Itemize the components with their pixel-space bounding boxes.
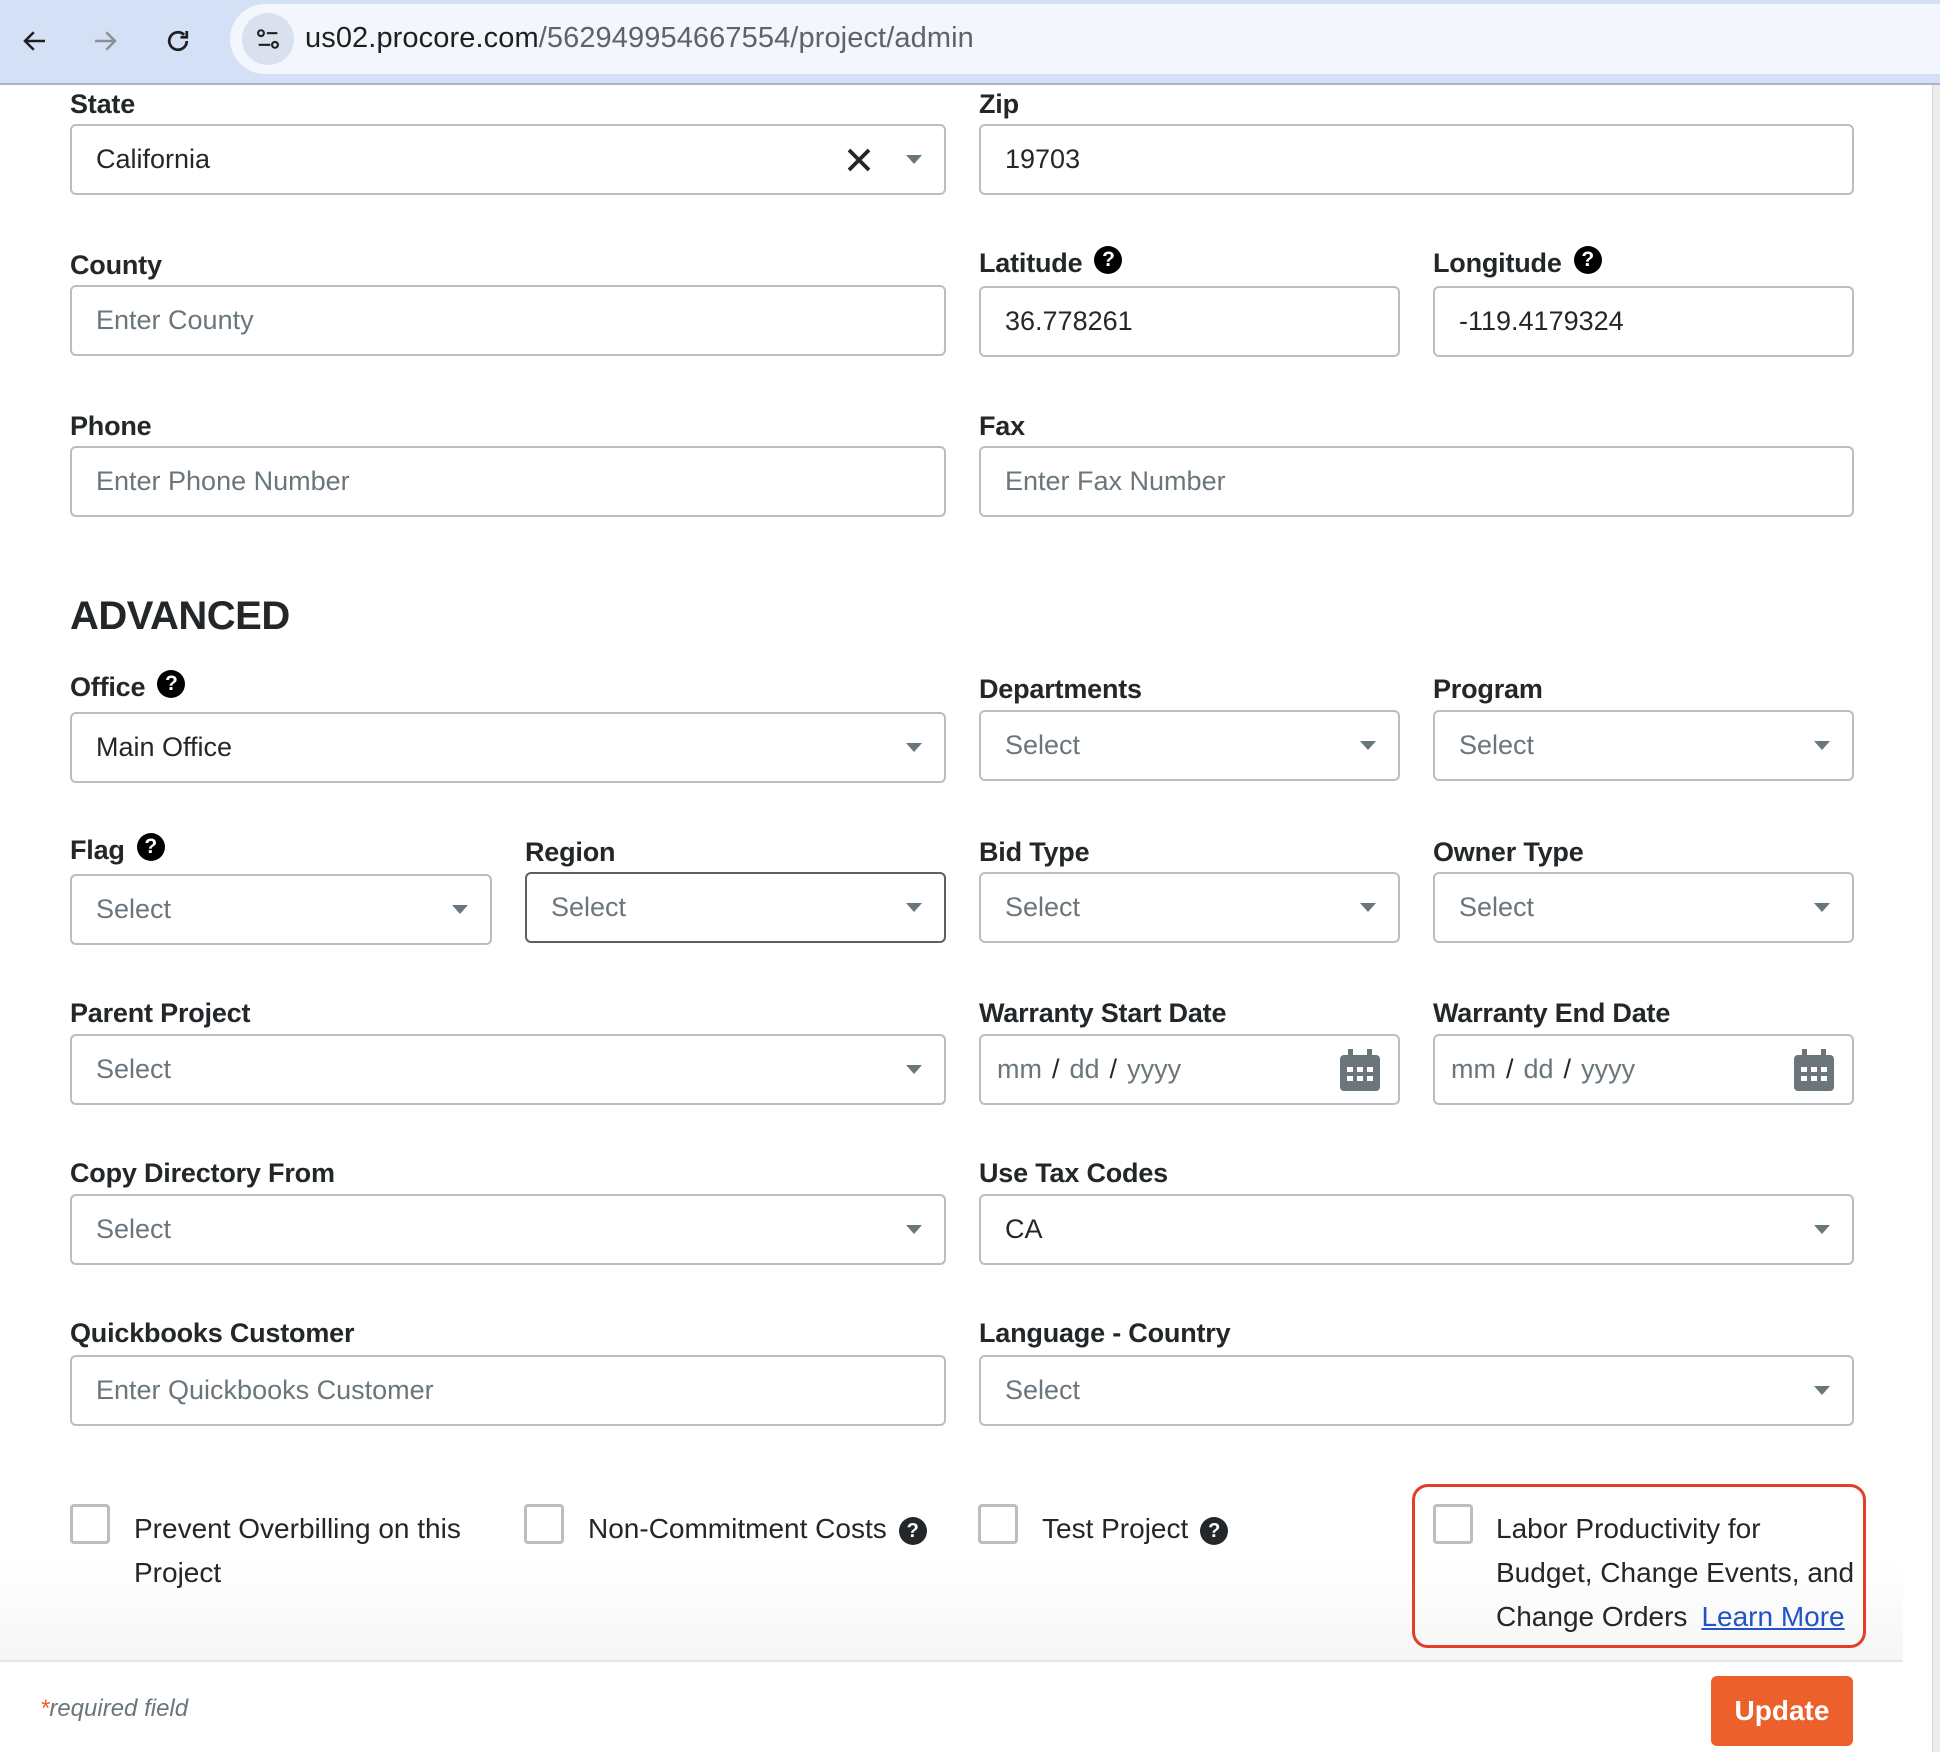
- owner-type-select[interactable]: Select: [1433, 872, 1854, 943]
- county-input[interactable]: Enter County: [70, 285, 946, 356]
- region-label: Region: [525, 837, 616, 867]
- chevron-down-icon: [906, 742, 922, 752]
- quickbooks-customer-input[interactable]: Enter Quickbooks Customer: [70, 1355, 946, 1426]
- required-field-note: *required field: [40, 1695, 189, 1722]
- use-tax-codes-select[interactable]: CA: [979, 1194, 1854, 1265]
- non-commitment-costs-label[interactable]: Non-Commitment Costs?: [588, 1507, 927, 1551]
- phone-input[interactable]: Enter Phone Number: [70, 446, 946, 517]
- copy-directory-select[interactable]: Select: [70, 1194, 946, 1265]
- prevent-overbilling-label[interactable]: Prevent Overbilling on this Project: [134, 1507, 461, 1595]
- help-icon[interactable]: ?: [1573, 245, 1602, 274]
- help-icon[interactable]: ?: [1200, 1516, 1229, 1545]
- language-country-select[interactable]: Select: [979, 1355, 1854, 1426]
- help-icon[interactable]: ?: [898, 1516, 927, 1545]
- help-icon[interactable]: ?: [157, 669, 186, 698]
- language-country-label: Language - Country: [979, 1318, 1231, 1348]
- update-button[interactable]: Update: [1711, 1676, 1853, 1746]
- copy-directory-label: Copy Directory From: [70, 1158, 335, 1188]
- parent-project-label: Parent Project: [70, 998, 251, 1028]
- region-select[interactable]: Select: [525, 872, 946, 943]
- chevron-down-icon: [1360, 740, 1376, 750]
- test-project-label[interactable]: Test Project?: [1042, 1507, 1229, 1551]
- warranty-end-label: Warranty End Date: [1433, 998, 1671, 1028]
- flag-select[interactable]: Select: [70, 874, 492, 945]
- chevron-down-icon: [906, 154, 922, 164]
- state-label: State: [70, 89, 136, 119]
- calendar-icon[interactable]: [1340, 1048, 1380, 1091]
- latitude-input[interactable]: 36.778261: [979, 286, 1400, 357]
- warranty-end-date-input[interactable]: mm / dd / yyyy: [1433, 1034, 1854, 1105]
- bid-type-label: Bid Type: [979, 837, 1090, 867]
- quickbooks-customer-label: Quickbooks Customer: [70, 1318, 355, 1348]
- address-bar[interactable]: us02.procore.com/562949954667554/project…: [230, 4, 1940, 74]
- chevron-down-icon: [1360, 902, 1376, 912]
- fax-input[interactable]: Enter Fax Number: [979, 446, 1854, 517]
- latitude-label: Latitude?: [979, 245, 1123, 279]
- office-label: Office?: [70, 669, 186, 703]
- arrow-right-icon: [95, 31, 117, 51]
- chevron-down-icon: [906, 1064, 922, 1074]
- help-icon[interactable]: ?: [1094, 245, 1123, 274]
- scrollbar[interactable]: [1932, 85, 1940, 1752]
- test-project-checkbox[interactable]: [978, 1504, 1018, 1544]
- zip-label: Zip: [979, 89, 1019, 119]
- reload-icon: [167, 30, 189, 52]
- parent-project-select[interactable]: Select: [70, 1034, 946, 1105]
- flag-label: Flag?: [70, 832, 165, 866]
- phone-label: Phone: [70, 411, 152, 441]
- warranty-start-label: Warranty Start Date: [979, 998, 1227, 1028]
- non-commitment-costs-checkbox[interactable]: [524, 1504, 564, 1544]
- form-footer: [0, 1660, 1903, 1752]
- bid-type-select[interactable]: Select: [979, 872, 1400, 943]
- program-select[interactable]: Select: [1433, 710, 1854, 781]
- reload-button[interactable]: [155, 18, 201, 64]
- program-label: Program: [1433, 674, 1543, 704]
- section-title-advanced: ADVANCED: [70, 594, 290, 638]
- chevron-down-icon: [452, 904, 468, 914]
- help-icon[interactable]: ?: [136, 832, 165, 861]
- fax-label: Fax: [979, 411, 1025, 441]
- learn-more-link[interactable]: Learn More: [1701, 1601, 1844, 1632]
- departments-select[interactable]: Select: [979, 710, 1400, 781]
- clear-icon[interactable]: [844, 145, 874, 175]
- calendar-icon[interactable]: [1794, 1048, 1834, 1091]
- back-button[interactable]: [12, 18, 58, 64]
- forward-button[interactable]: [82, 18, 128, 64]
- zip-input[interactable]: [979, 124, 1854, 195]
- owner-type-label: Owner Type: [1433, 837, 1584, 867]
- chevron-down-icon: [1814, 902, 1830, 912]
- longitude-input[interactable]: -119.4179324: [1433, 286, 1854, 357]
- chevron-down-icon: [906, 1224, 922, 1234]
- prevent-overbilling-checkbox[interactable]: [70, 1504, 110, 1544]
- chevron-down-icon: [1814, 1224, 1830, 1234]
- chevron-down-icon: [1814, 1385, 1830, 1395]
- longitude-label: Longitude?: [1433, 245, 1602, 279]
- use-tax-codes-label: Use Tax Codes: [979, 1158, 1168, 1188]
- departments-label: Departments: [979, 674, 1142, 704]
- office-select[interactable]: Main Office: [70, 712, 946, 783]
- state-select[interactable]: California: [70, 124, 946, 195]
- chevron-down-icon: [906, 902, 922, 912]
- browser-toolbar: us02.procore.com/562949954667554/project…: [0, 0, 1940, 85]
- chevron-down-icon: [1814, 740, 1830, 750]
- url-text[interactable]: us02.procore.com/562949954667554/project…: [305, 22, 974, 55]
- warranty-start-date-input[interactable]: mm / dd / yyyy: [979, 1034, 1400, 1105]
- arrow-left-icon: [23, 31, 45, 51]
- labor-productivity-label[interactable]: Labor Productivity for Budget, Change Ev…: [1496, 1507, 1854, 1639]
- site-settings-icon[interactable]: [242, 13, 294, 65]
- county-label: County: [70, 250, 162, 280]
- labor-productivity-checkbox[interactable]: [1433, 1504, 1473, 1544]
